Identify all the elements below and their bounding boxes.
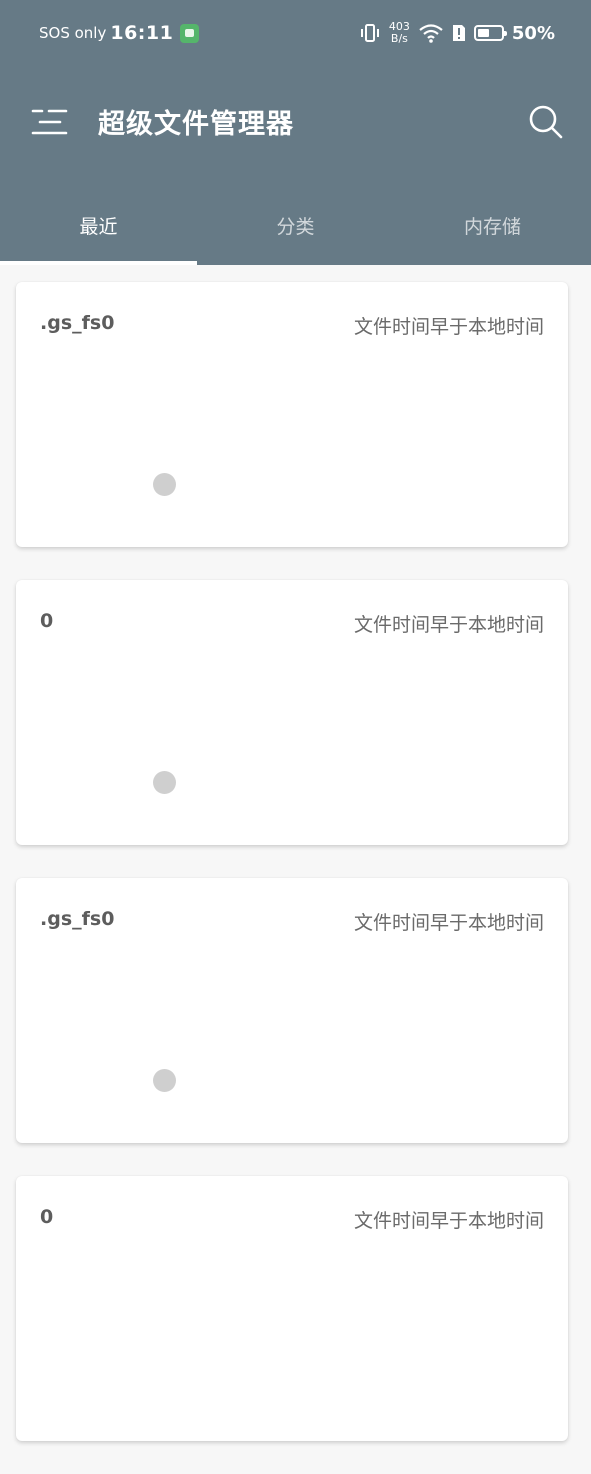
page-title: 超级文件管理器 (98, 109, 294, 140)
tab-category[interactable]: 分类 (197, 196, 394, 265)
net-speed-unit: B/s (390, 32, 408, 45)
carrier-text: SOS only (39, 24, 107, 42)
search-icon (529, 105, 563, 139)
status-bar: SOS only 16:11 403 B/s 50% (0, 0, 591, 66)
notification-app-icon (180, 23, 200, 43)
tab-internal-storage[interactable]: 内存储 (394, 196, 591, 265)
net-speed: 403 B/s (389, 21, 410, 45)
tab-bar: 最近 分类 内存储 (0, 196, 591, 265)
battery-percent: 50% (511, 22, 555, 44)
file-name: 0 (40, 610, 54, 632)
recent-file-list: .gs_fs0 文件时间早于本地时间 0 文件时间早于本地时间 .gs_fs0 … (16, 282, 568, 1474)
loading-indicator (153, 771, 176, 794)
menu-button[interactable] (28, 100, 72, 144)
file-card[interactable]: .gs_fs0 文件时间早于本地时间 (16, 878, 568, 1143)
vibrate-icon (360, 24, 379, 42)
file-name: .gs_fs0 (40, 908, 115, 930)
loading-indicator (153, 1069, 176, 1092)
file-time-note: 文件时间早于本地时间 (353, 316, 544, 338)
file-time-note: 文件时间早于本地时间 (353, 614, 544, 636)
file-card[interactable]: 0 文件时间早于本地时间 (16, 580, 568, 845)
status-right: 403 B/s 50% (359, 18, 555, 48)
loading-indicator (153, 473, 176, 496)
file-name: 0 (40, 1206, 54, 1228)
search-button[interactable] (523, 100, 567, 144)
file-card[interactable]: 0 文件时间早于本地时间 (16, 1176, 568, 1441)
battery-icon (473, 25, 507, 41)
status-left: SOS only 16:11 (39, 20, 200, 46)
clock: 16:11 (110, 22, 174, 44)
file-card[interactable]: .gs_fs0 文件时间早于本地时间 (16, 282, 568, 547)
tab-recent[interactable]: 最近 (0, 196, 197, 265)
wifi-icon (419, 24, 443, 43)
toolbar: 超级文件管理器 (0, 80, 591, 164)
menu-icon (31, 109, 68, 135)
sim-alert-icon (452, 25, 465, 41)
file-time-note: 文件时间早于本地时间 (353, 1210, 544, 1232)
file-time-note: 文件时间早于本地时间 (353, 912, 544, 934)
app-header: SOS only 16:11 403 B/s 50% 超级文件管理器 最近 分类… (0, 0, 591, 265)
file-name: .gs_fs0 (40, 312, 115, 334)
